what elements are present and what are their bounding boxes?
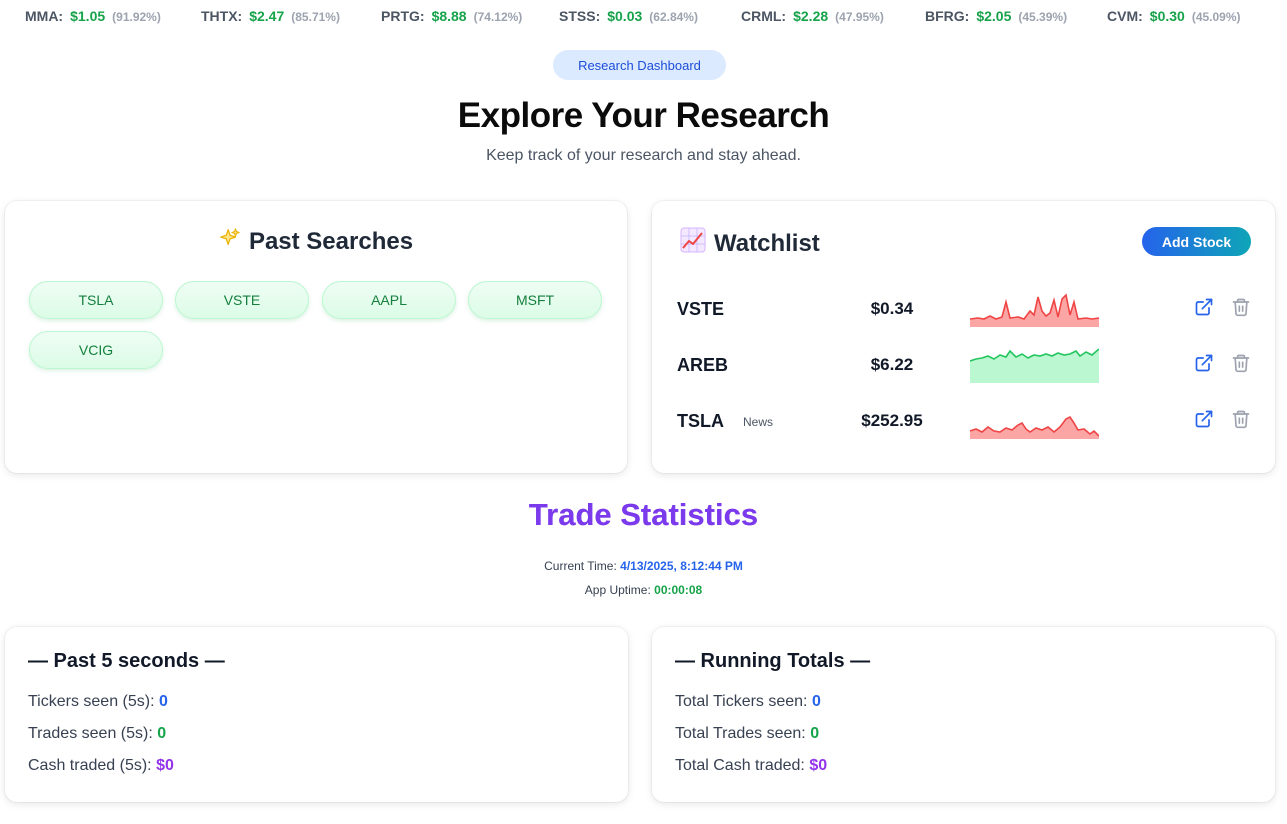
ticker-price: $2.47 xyxy=(249,8,285,24)
ticker-item[interactable]: CVM: $0.30 (45.09%) xyxy=(1107,8,1241,24)
page-title: Explore Your Research xyxy=(457,96,830,135)
watchlist-price: $0.34 xyxy=(870,299,914,318)
ticker-percent: (74.12%) xyxy=(473,10,523,24)
search-chip-vste[interactable]: VSTE xyxy=(175,281,309,319)
trades-seen-5s-value: 0 xyxy=(157,725,167,742)
total-tickers-seen-value: 0 xyxy=(811,693,821,710)
past-searches-heading: Past Searches xyxy=(5,227,627,256)
sparkline-chart xyxy=(970,293,1099,327)
total-cash-traded-label: Total Cash traded: xyxy=(675,757,805,774)
ticker-price: $2.28 xyxy=(793,8,829,24)
app-uptime-line: App Uptime: 00:00:08 xyxy=(0,583,1287,597)
watchlist-price: $252.95 xyxy=(861,411,923,430)
total-cash-traded-value: $0 xyxy=(809,757,828,774)
total-tickers-seen: Total Tickers seen: 0 xyxy=(675,693,821,711)
current-time-label: Current Time: xyxy=(544,559,617,573)
ticker-price: $8.88 xyxy=(431,8,467,24)
ticker-percent: (85.71%) xyxy=(291,10,340,24)
search-chip-vcig[interactable]: VCIG xyxy=(29,331,163,369)
ticker-percent: (62.84%) xyxy=(649,10,698,24)
ticker-symbol: MMA: xyxy=(25,8,64,24)
watchlist-heading: Watchlist xyxy=(680,227,820,260)
total-tickers-seen-label: Total Tickers seen: xyxy=(675,693,808,710)
news-link[interactable]: News xyxy=(743,415,773,429)
page-subtitle: Keep track of your research and stay ahe… xyxy=(486,147,801,164)
ticker-symbol: CRML: xyxy=(741,8,787,24)
sparkline-chart xyxy=(970,348,1099,383)
app-uptime-label: App Uptime: xyxy=(584,583,651,597)
trades-seen-5s-label: Trades seen (5s): xyxy=(28,725,153,742)
sparkline-line xyxy=(970,293,1099,320)
sparkline-area xyxy=(970,349,1099,383)
ticker-symbol: CVM: xyxy=(1107,8,1143,24)
trades-seen-5s: Trades seen (5s): 0 xyxy=(28,725,166,743)
ticker-percent: (47.95%) xyxy=(835,10,884,24)
watchlist-card: Watchlist Add Stock VSTE $0.34 AREB $6.2… xyxy=(652,201,1275,473)
total-trades-seen-value: 0 xyxy=(810,725,820,742)
watchlist-price: $6.22 xyxy=(870,355,914,374)
past-5-seconds-card: — Past 5 seconds — Tickers seen (5s): 0 … xyxy=(5,627,628,802)
cash-traded-5s: Cash traded (5s): $0 xyxy=(28,757,174,775)
running-totals-heading: — Running Totals — xyxy=(675,650,871,672)
cash-traded-5s-value: $0 xyxy=(156,757,174,774)
watchlist-symbol: AREB xyxy=(677,355,729,375)
current-time-value: 4/13/2025, 8:12:44 PM xyxy=(620,559,743,573)
add-stock-button[interactable]: Add Stock xyxy=(1142,227,1251,256)
sparkles-icon xyxy=(219,227,241,256)
search-chip-msft[interactable]: MSFT xyxy=(468,281,602,319)
watchlist-symbol: TSLA xyxy=(677,411,724,431)
ticker-item[interactable]: MMA: $1.05 (91.92%) xyxy=(25,8,161,24)
past-5-seconds-heading: — Past 5 seconds — xyxy=(28,650,225,672)
ticker-percent: (45.09%) xyxy=(1191,10,1241,24)
total-cash-traded: Total Cash traded: $0 xyxy=(675,757,827,775)
ticker-item[interactable]: CRML: $2.28 (47.95%) xyxy=(741,8,884,24)
open-external-icon[interactable] xyxy=(1194,297,1214,317)
tickers-seen-5s-label: Tickers seen (5s): xyxy=(28,693,155,710)
running-totals-card: — Running Totals — Total Tickers seen: 0… xyxy=(652,627,1275,802)
ticker-percent: (45.39%) xyxy=(1018,10,1068,24)
open-external-icon[interactable] xyxy=(1194,409,1214,429)
open-external-icon[interactable] xyxy=(1194,353,1214,373)
past-searches-card: Past Searches TSLA VSTE AAPL MSFT VCIG xyxy=(5,201,627,473)
trade-statistics-title: Trade Statistics xyxy=(0,497,1287,533)
ticker-item[interactable]: PRTG: $8.88 (74.12%) xyxy=(381,8,522,24)
ticker-symbol: THTX: xyxy=(201,8,243,24)
ticker-item[interactable]: THTX: $2.47 (85.71%) xyxy=(201,8,340,24)
watchlist-row[interactable]: AREB $6.22 xyxy=(652,341,1275,391)
total-trades-seen-label: Total Trades seen: xyxy=(675,725,806,742)
sparkline-chart xyxy=(970,415,1099,439)
current-time-line: Current Time: 4/13/2025, 8:12:44 PM xyxy=(0,559,1287,573)
trash-icon[interactable] xyxy=(1231,297,1251,317)
search-chip-tsla[interactable]: TSLA xyxy=(29,281,163,319)
ticker-item[interactable]: BFRG: $2.05 (45.39%) xyxy=(925,8,1067,24)
ticker-price: $2.05 xyxy=(976,8,1012,24)
ticker-symbol: BFRG: xyxy=(925,8,970,24)
ticker-price: $1.05 xyxy=(70,8,106,24)
tickers-seen-5s: Tickers seen (5s): 0 xyxy=(28,693,168,711)
watchlist-row[interactable]: VSTE $0.34 xyxy=(652,285,1275,335)
trash-icon[interactable] xyxy=(1231,353,1251,373)
research-dashboard-badge: Research Dashboard xyxy=(553,50,726,80)
app-uptime-value: 00:00:08 xyxy=(654,583,703,597)
cash-traded-5s-label: Cash traded (5s): xyxy=(28,757,152,774)
ticker-item[interactable]: STSS: $0.03 (62.84%) xyxy=(559,8,698,24)
ticker-bar: MMA: $1.05 (91.92%) THTX: $2.47 (85.71%)… xyxy=(0,0,1287,32)
chart-increasing-icon xyxy=(680,227,706,260)
total-trades-seen: Total Trades seen: 0 xyxy=(675,725,819,743)
ticker-symbol: PRTG: xyxy=(381,8,425,24)
ticker-price: $0.03 xyxy=(607,8,643,24)
tickers-seen-5s-value: 0 xyxy=(159,693,168,710)
ticker-percent: (91.92%) xyxy=(112,10,161,24)
watchlist-row[interactable]: TSLA News $252.95 xyxy=(652,397,1275,447)
past-searches-title: Past Searches xyxy=(248,227,414,255)
search-chip-aapl[interactable]: AAPL xyxy=(322,281,456,319)
ticker-price: $0.30 xyxy=(1149,8,1185,24)
trash-icon[interactable] xyxy=(1231,409,1251,429)
watchlist-title: Watchlist xyxy=(714,229,820,257)
watchlist-symbol: VSTE xyxy=(677,299,725,319)
ticker-symbol: STSS: xyxy=(559,8,601,24)
